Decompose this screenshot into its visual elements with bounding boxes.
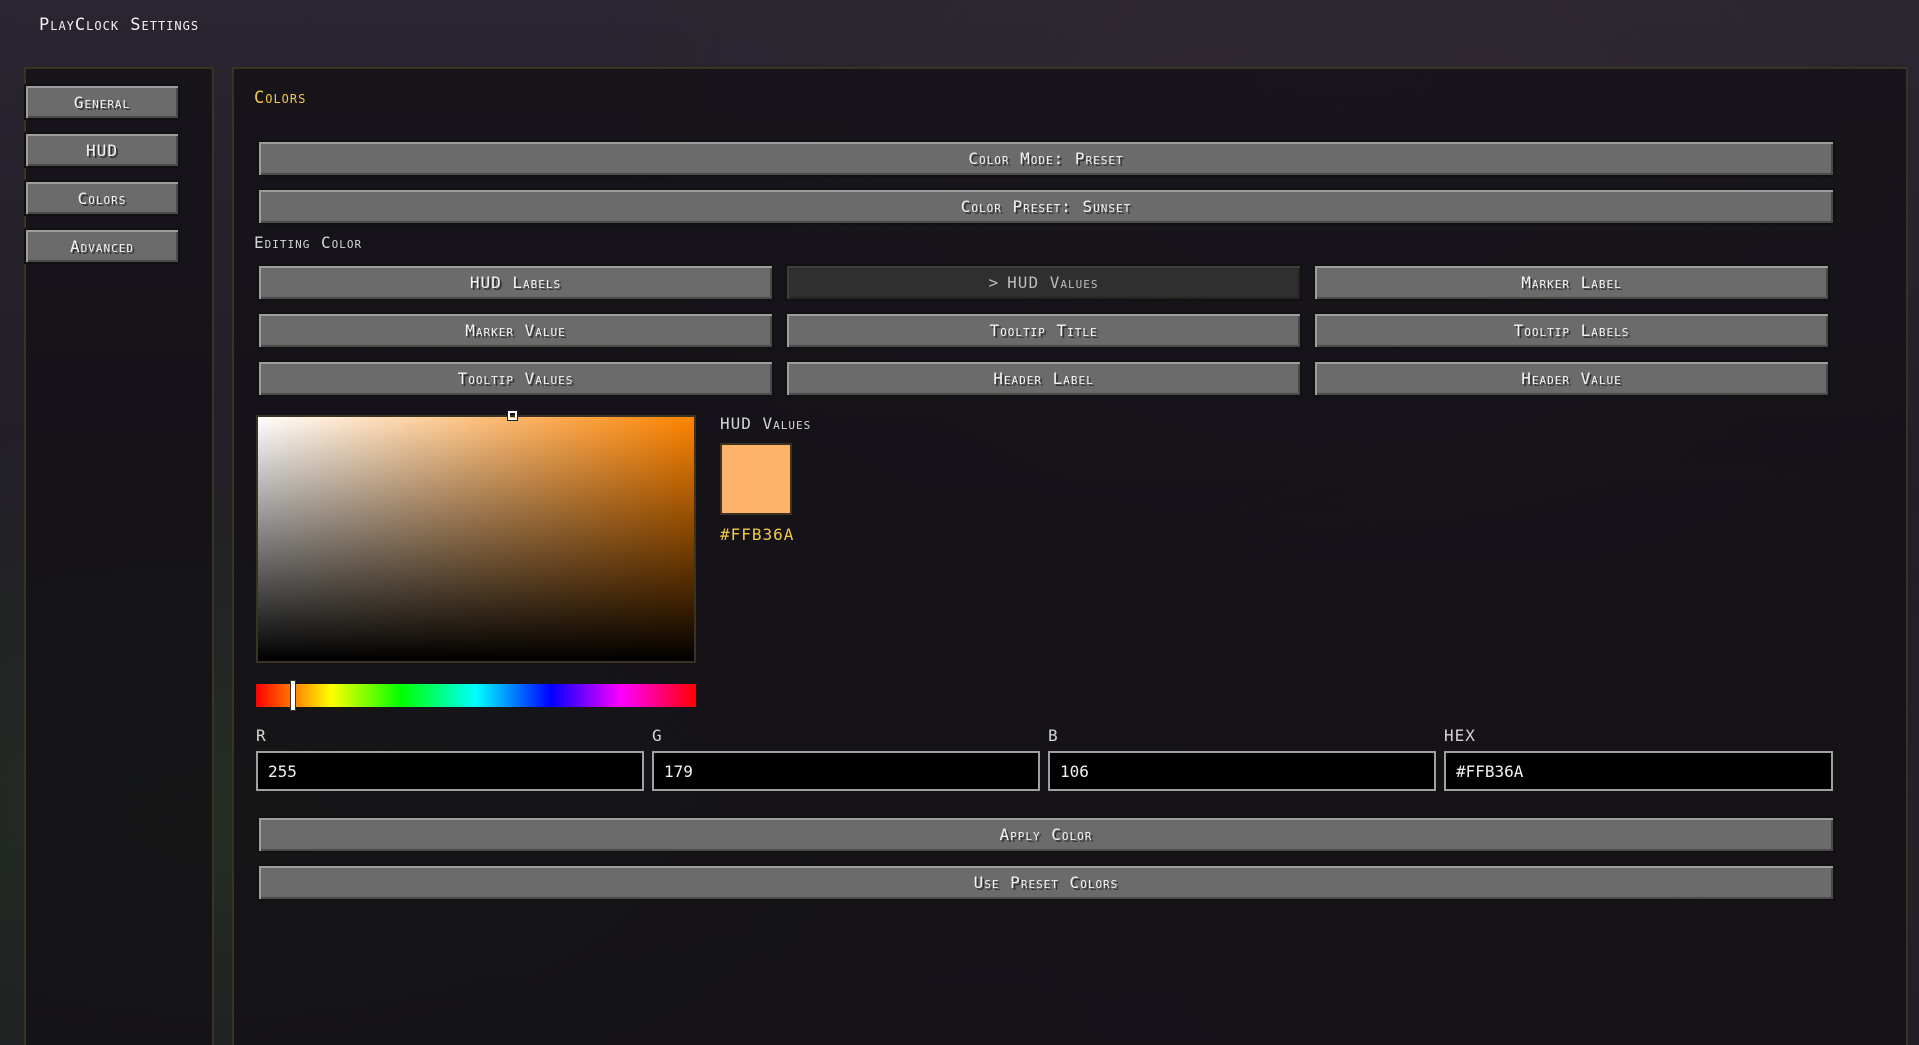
use-preset-colors-button[interactable]: Use Preset Colors [257,864,1835,901]
hex-input[interactable] [1444,751,1833,791]
window-title: PlayClock Settings [39,15,200,35]
g-label: G [652,726,663,745]
target-tooltip-title-button[interactable]: Tooltip Title [785,312,1302,349]
selected-chevron-icon: > [988,273,1000,292]
section-title: Colors [254,88,307,108]
picker-cursor[interactable] [507,410,518,421]
r-input[interactable] [256,751,644,791]
g-input[interactable] [652,751,1040,791]
target-tooltip-values-button[interactable]: Tooltip Values [257,360,774,397]
b-input[interactable] [1048,751,1436,791]
apply-color-button[interactable]: Apply Color [257,816,1835,853]
sidebar-item-hud[interactable]: HUD [24,132,180,168]
r-label: R [256,726,267,745]
target-marker-value-button[interactable]: Marker Value [257,312,774,349]
target-hud-values-button[interactable]: > HUD Values [785,264,1302,301]
color-mode-button[interactable]: Color Mode: Preset [257,140,1835,177]
target-header-label-button[interactable]: Header Label [785,360,1302,397]
sidebar-item-general[interactable]: General [24,84,180,120]
sidebar-item-advanced[interactable]: Advanced [24,228,180,264]
b-label: B [1048,726,1059,745]
preview-hex: #FFB36A [720,525,795,544]
target-header-value-button[interactable]: Header Value [1313,360,1830,397]
color-swatch [720,443,792,515]
color-preset-button[interactable]: Color Preset: Sunset [257,188,1835,225]
hex-label: HEX [1444,726,1476,745]
target-marker-label-button[interactable]: Marker Label [1313,264,1830,301]
preview-label: HUD Values [720,414,812,433]
target-hud-values-label: HUD Values [1007,273,1099,292]
editing-color-label: Editing Color [254,233,363,252]
target-tooltip-labels-button[interactable]: Tooltip Labels [1313,312,1830,349]
saturation-value-picker[interactable] [256,415,696,663]
hue-slider-handle[interactable] [290,680,296,711]
sidebar-item-colors[interactable]: Colors [24,180,180,216]
hue-slider[interactable] [256,684,696,707]
target-hud-labels-button[interactable]: HUD Labels [257,264,774,301]
